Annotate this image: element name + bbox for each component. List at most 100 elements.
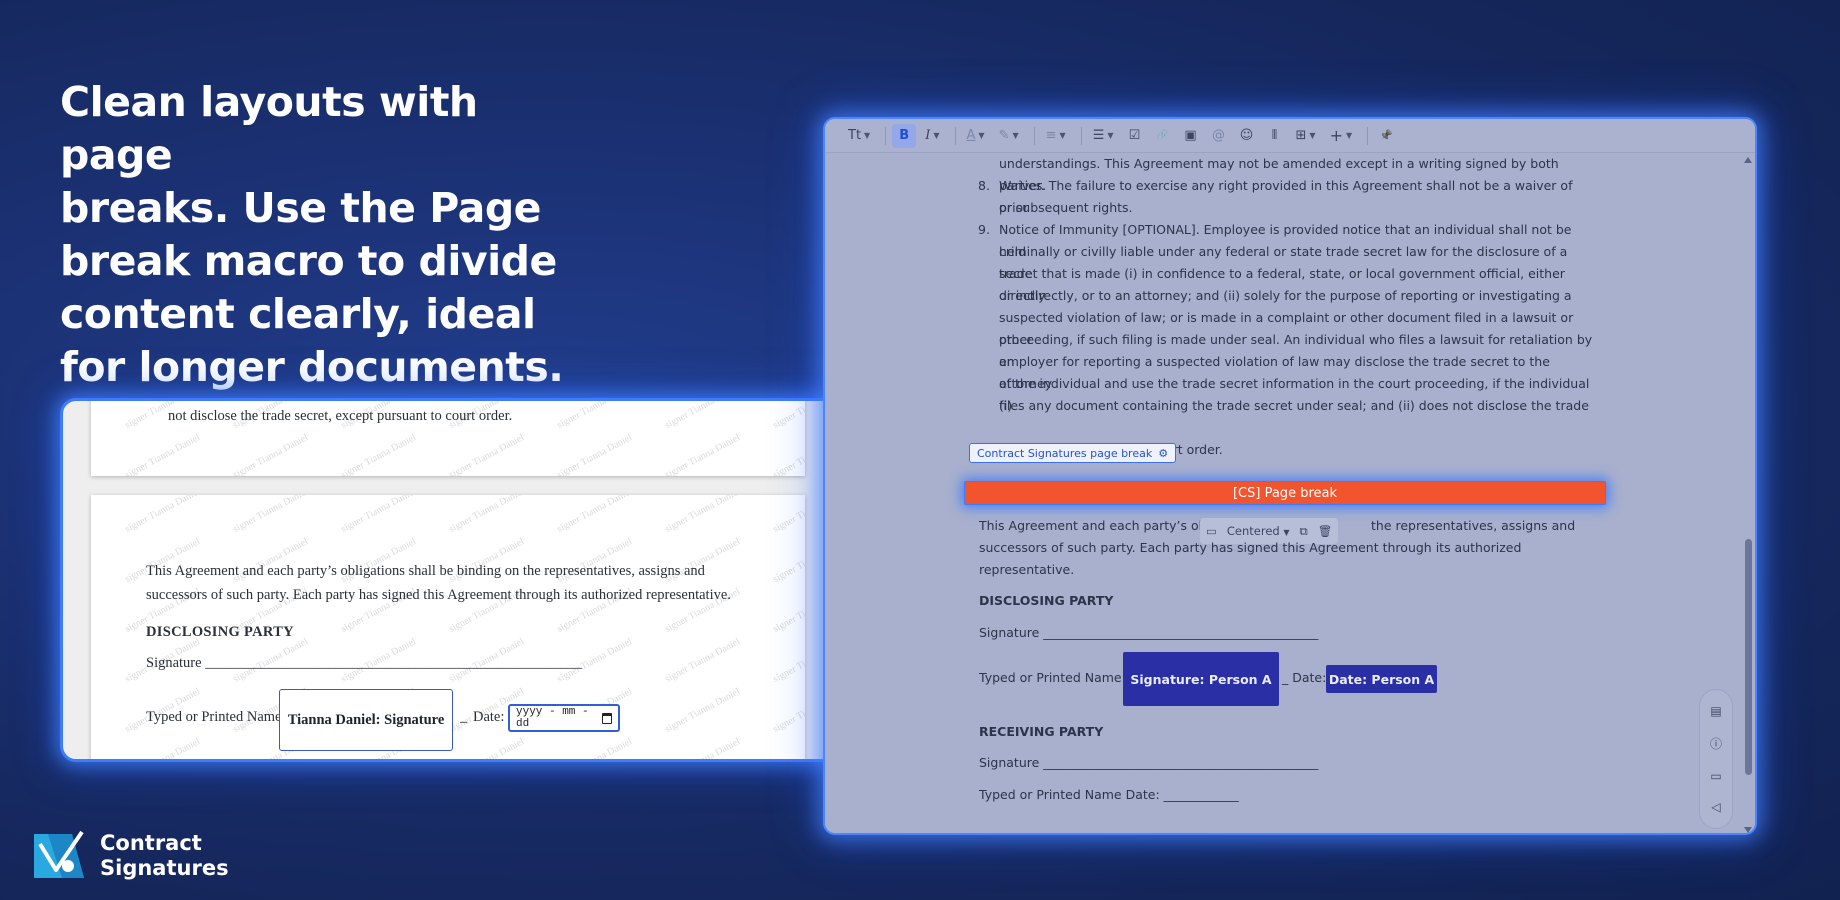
- watermark-text: signer Tianna Daniel: [231, 432, 311, 476]
- headline: Clean layouts with page breaks. Use the …: [60, 76, 580, 394]
- editor-document[interactable]: understandings. This Agreement may not b…: [825, 153, 1755, 833]
- editor-scrollbar[interactable]: [1741, 153, 1755, 833]
- info-icon[interactable]: ⓘ: [1710, 735, 1722, 752]
- date-input[interactable]: yyyy - mm - dd: [508, 704, 620, 732]
- date-person-a-field[interactable]: Date: Person A: [1326, 665, 1437, 693]
- megaphone-icon[interactable]: ◁: [1711, 800, 1720, 814]
- document-preview-panel: signer Tianna Danielsigner Tianna Daniel…: [60, 398, 866, 762]
- watermark-text: signer Tianna Daniel: [771, 586, 805, 635]
- watermark-text: signer Tianna Daniel: [555, 736, 634, 759]
- page-break-text: [CS] Page break: [1232, 485, 1337, 501]
- date-placeholder: yyyy - mm - dd: [516, 706, 589, 730]
- image-icon: ▣: [1184, 128, 1197, 143]
- toolbar-divider: [1367, 126, 1369, 145]
- highlight-icon: ✎: [998, 128, 1010, 143]
- binding-paragraph: This Agreement and each party’s obligati…: [146, 563, 731, 603]
- side-tools: ▤ ⓘ ▭ ◁: [1699, 689, 1733, 829]
- chevron-down-icon: ▼: [978, 131, 985, 140]
- align-icon: ≡: [1045, 128, 1057, 143]
- watermark-text: signer Tianna Daniel: [771, 636, 805, 685]
- chevron-down-icon: ▼: [1059, 131, 1066, 140]
- columns-button[interactable]: ⫴: [1263, 124, 1287, 148]
- link-button[interactable]: 🔗: [1151, 124, 1175, 148]
- table-button[interactable]: ⊞ ▼: [1291, 124, 1321, 148]
- preview-viewport[interactable]: signer Tianna Danielsigner Tianna Daniel…: [63, 401, 863, 759]
- page-break-label-text: Contract Signatures page break: [977, 446, 1153, 460]
- chevron-down-icon: ▼: [1283, 528, 1290, 537]
- doc-line: or subsequent rights.: [999, 200, 1133, 215]
- brand-line: Signatures: [100, 856, 229, 880]
- typed-name-date-line: Typed or Printed Name Date: ____________: [979, 787, 1239, 802]
- date-label: Date:: [473, 709, 505, 725]
- document-page: signer Tianna Danielsigner Tianna Daniel…: [91, 495, 805, 759]
- brand-name: Contract Signatures: [100, 831, 229, 881]
- list-button[interactable]: ☰ ▼: [1088, 124, 1119, 148]
- disclosing-party-heading: DISCLOSING PARTY: [979, 593, 1114, 608]
- text-color-button[interactable]: A ▼: [962, 124, 990, 148]
- italic-button[interactable]: I ▼: [920, 124, 944, 148]
- signature-line: Signature ______________________________…: [979, 625, 1319, 640]
- page-break-label[interactable]: Contract Signatures page break ⚙: [969, 443, 1177, 463]
- task-button[interactable]: ☑: [1123, 124, 1147, 148]
- doc-line: or indirectly, or to an attorney; and (i…: [999, 288, 1572, 303]
- toolbar-divider: [954, 126, 956, 145]
- signature-line: Signature ______________________________…: [146, 655, 583, 671]
- headline-line: Clean layouts with page: [60, 78, 478, 179]
- signature-person-a-field[interactable]: Signature: Person A: [1123, 652, 1279, 706]
- text-style-button[interactable]: Tt ▼: [843, 124, 875, 148]
- calendar-icon[interactable]: [601, 712, 612, 724]
- mention-icon: @: [1212, 128, 1225, 143]
- emoji-icon: ☺: [1239, 128, 1254, 143]
- typed-name-label: Typed or Printed Name: [979, 670, 1122, 685]
- checkbox-icon: ☑: [1128, 128, 1141, 143]
- headline-line: content clearly, ideal: [60, 290, 536, 338]
- bold-icon: B: [899, 128, 910, 143]
- watermark-text: signer Tianna Daniel: [447, 495, 527, 535]
- scroll-thumb[interactable]: [1745, 539, 1752, 775]
- watermark-text: signer Tianna Daniel: [771, 736, 805, 759]
- layout-icon[interactable]: ▭: [1206, 524, 1217, 538]
- scroll-down-arrow-icon[interactable]: [1744, 827, 1752, 833]
- watermark-text: signer Tianna Daniel: [555, 432, 635, 476]
- headline-line: breaks. Use the Page: [60, 184, 541, 232]
- image-button[interactable]: ▣: [1179, 124, 1203, 148]
- columns-icon: ⫴: [1271, 128, 1278, 143]
- chevron-down-icon: ▼: [933, 131, 940, 140]
- doc-line: representative.: [979, 562, 1075, 577]
- trash-icon[interactable]: 🗑: [1318, 524, 1333, 538]
- signature-field[interactable]: Tianna Daniel: Signature: [279, 689, 453, 751]
- watermark-text: signer Tianna Daniel: [447, 432, 527, 476]
- watermark-text: signer Tianna Daniel: [663, 686, 743, 735]
- watermark-text: signer Tianna Daniel: [663, 495, 743, 535]
- headline-line: break macro to divide: [60, 237, 557, 285]
- highlight-button[interactable]: ✎ ▼: [994, 124, 1024, 148]
- scroll-up-arrow-icon[interactable]: [1744, 157, 1752, 163]
- page-break-macro[interactable]: [CS] Page break: [964, 481, 1606, 505]
- text-style-icon: Tt: [848, 128, 862, 143]
- text-color-icon: A: [966, 128, 976, 143]
- watermark-text: signer Tianna Daniel: [447, 736, 526, 759]
- link-icon: 🔗: [1156, 130, 1169, 141]
- comment-icon[interactable]: ▤: [1710, 704, 1721, 718]
- watermark-text: signer Tianna Daniel: [771, 401, 805, 431]
- list-number: 8.: [978, 178, 990, 193]
- bold-button[interactable]: B: [892, 123, 917, 148]
- insert-button[interactable]: + ▼: [1325, 124, 1358, 148]
- emoji-button[interactable]: ☺: [1235, 124, 1259, 148]
- contract-signatures-logo-icon: [34, 830, 84, 878]
- alignment-dropdown[interactable]: Centered ▼: [1227, 524, 1290, 538]
- toolbar-divider: [885, 126, 887, 145]
- chevron-down-icon: ▼: [1012, 131, 1019, 140]
- plus-icon: +: [1329, 126, 1343, 145]
- receiving-party-heading: RECEIVING PARTY: [979, 724, 1104, 739]
- pin-button[interactable]: 📌: [1374, 124, 1398, 148]
- settings-sliders-icon[interactable]: ⚙: [1158, 447, 1168, 460]
- doc-line: ourt order.: [1157, 442, 1223, 457]
- mention-button[interactable]: @: [1207, 124, 1231, 148]
- watermark-text: signer Tianna Daniel: [663, 636, 743, 685]
- align-button[interactable]: ≡ ▼: [1041, 124, 1071, 148]
- watermark-text: signer Tianna Daniel: [771, 432, 805, 476]
- video-icon[interactable]: ▭: [1710, 769, 1721, 783]
- editor-toolbar: Tt ▼ B I ▼ A ▼ ✎ ▼ ≡ ▼ ☰ ▼ ☑ 🔗 ▣ @ ☺ ⫴ ⊞ ▼ + ▼ 📌: [825, 119, 1755, 153]
- watermark-text: signer Tianna Daniel: [555, 495, 635, 535]
